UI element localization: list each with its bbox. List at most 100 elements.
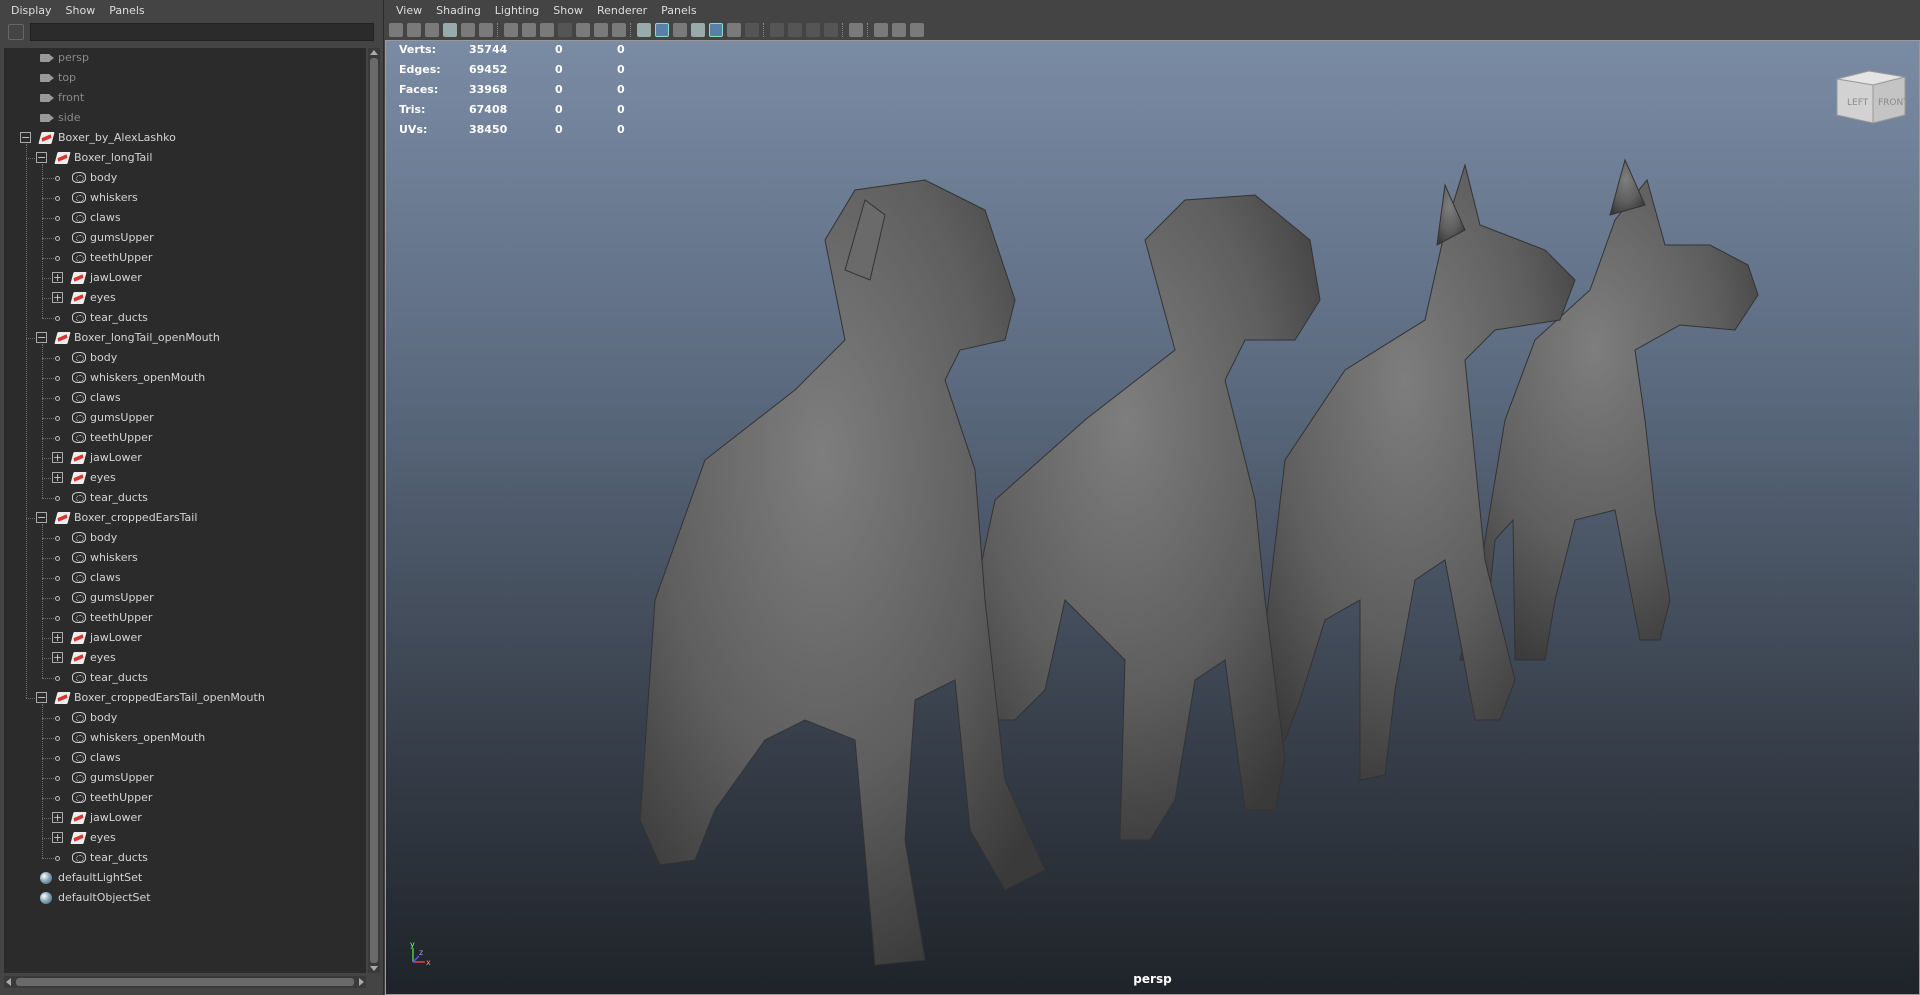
outliner-item-group[interactable]: − Boxer_croppedEarsTail (4, 508, 366, 528)
outliner-item-group[interactable]: + eyes (4, 288, 366, 308)
outliner-item-group[interactable]: − Boxer_longTail (4, 148, 366, 168)
viewcube-front-label[interactable]: FRONT (1878, 98, 1907, 108)
outliner-item-group[interactable]: − Boxer_by_AlexLashko (4, 128, 366, 148)
outliner-item-set[interactable]: defaultObjectSet (4, 888, 366, 908)
outliner-item-mesh[interactable]: claws (4, 388, 366, 408)
anti-aliasing-icon[interactable] (788, 23, 802, 37)
outliner-item-mesh[interactable]: whiskers_openMouth (4, 368, 366, 388)
outliner-item-mesh[interactable]: whiskers (4, 188, 366, 208)
film-gate-icon[interactable] (522, 23, 536, 37)
outliner-item-group[interactable]: + eyes (4, 828, 366, 848)
outliner-item-mesh[interactable]: teethUpper (4, 608, 366, 628)
expand-toggle-icon[interactable]: + (52, 292, 63, 303)
outliner-item-mesh[interactable]: tear_ducts (4, 848, 366, 868)
scroll-right-arrow-icon[interactable] (359, 978, 364, 986)
outliner-item-mesh[interactable]: teethUpper (4, 248, 366, 268)
expand-toggle-icon[interactable]: + (52, 632, 63, 643)
outliner-item-mesh[interactable]: body (4, 348, 366, 368)
xray-icon[interactable] (824, 23, 838, 37)
safe-action-icon[interactable] (594, 23, 608, 37)
outliner-item-mesh[interactable]: body (4, 708, 366, 728)
textured-icon[interactable] (691, 23, 705, 37)
outliner-menu-display[interactable]: Display (4, 4, 59, 17)
expand-toggle-icon[interactable]: + (52, 472, 63, 483)
expand-toggle-icon[interactable]: + (52, 272, 63, 283)
outliner-item-mesh[interactable]: gumsUpper (4, 768, 366, 788)
outliner-item-group[interactable]: + eyes (4, 648, 366, 668)
outliner-item-mesh[interactable]: claws (4, 568, 366, 588)
gate-mask-icon[interactable] (558, 23, 572, 37)
scroll-left-arrow-icon[interactable] (6, 978, 11, 986)
viewport-menu-panels[interactable]: Panels (654, 4, 703, 17)
collapse-toggle-icon[interactable]: − (36, 692, 47, 703)
viewport-menu-lighting[interactable]: Lighting (488, 4, 546, 17)
outliner-menu-show[interactable]: Show (59, 4, 103, 17)
resolution-gate-icon[interactable] (540, 23, 554, 37)
expand-toggle-icon[interactable]: + (52, 812, 63, 823)
view-cube[interactable]: LEFT FRONT (1833, 65, 1907, 127)
collapse-toggle-icon[interactable]: − (20, 132, 31, 143)
viewport-menu-renderer[interactable]: Renderer (590, 4, 654, 17)
smooth-shade-icon[interactable] (655, 23, 669, 37)
viewcube-left-label[interactable]: LEFT (1847, 98, 1869, 108)
collapse-toggle-icon[interactable]: − (36, 512, 47, 523)
gamma-icon[interactable] (874, 23, 888, 37)
scroll-up-arrow-icon[interactable] (370, 50, 378, 55)
expand-toggle-icon[interactable]: + (52, 452, 63, 463)
outliner-item-group[interactable]: + jawLower (4, 448, 366, 468)
isolate-select-icon[interactable] (849, 23, 863, 37)
wireframe-on-shaded-icon[interactable] (673, 23, 687, 37)
outliner-item-mesh[interactable]: teethUpper (4, 788, 366, 808)
outliner-item-camera[interactable]: side (4, 108, 366, 128)
collapse-toggle-icon[interactable]: − (36, 152, 47, 163)
2d-pan-zoom-icon[interactable] (461, 23, 475, 37)
wireframe-icon[interactable] (637, 23, 651, 37)
outliner-item-mesh[interactable]: tear_ducts (4, 668, 366, 688)
field-chart-icon[interactable] (576, 23, 590, 37)
boxer-models-render[interactable] (385, 40, 1920, 995)
outliner-item-mesh[interactable]: tear_ducts (4, 488, 366, 508)
outliner-item-mesh[interactable]: whiskers_openMouth (4, 728, 366, 748)
grid-icon[interactable] (504, 23, 518, 37)
outliner-item-mesh[interactable]: tear_ducts (4, 308, 366, 328)
outliner-search-input[interactable] (30, 23, 374, 41)
exposure-icon[interactable] (892, 23, 906, 37)
outliner-item-mesh[interactable]: body (4, 528, 366, 548)
filter-icon[interactable] (8, 24, 24, 40)
outliner-item-group[interactable]: − Boxer_longTail_openMouth (4, 328, 366, 348)
outliner-horizontal-scrollbar[interactable] (4, 976, 366, 988)
outliner-menu-panels[interactable]: Panels (102, 4, 151, 17)
grease-pencil-icon[interactable] (479, 23, 493, 37)
camera-attributes-icon[interactable] (407, 23, 421, 37)
motion-blur-icon[interactable] (770, 23, 784, 37)
outliner-item-mesh[interactable]: gumsUpper (4, 588, 366, 608)
expand-toggle-icon[interactable]: + (52, 832, 63, 843)
outliner-item-camera[interactable]: persp (4, 48, 366, 68)
outliner-item-mesh[interactable]: body (4, 168, 366, 188)
scrollbar-thumb[interactable] (16, 978, 354, 986)
bookmark-icon[interactable] (425, 23, 439, 37)
scrollbar-thumb[interactable] (370, 58, 378, 963)
outliner-item-mesh[interactable]: gumsUpper (4, 228, 366, 248)
ambient-occlusion-icon[interactable] (745, 23, 759, 37)
safe-title-icon[interactable] (612, 23, 626, 37)
outliner-item-mesh[interactable]: whiskers (4, 548, 366, 568)
collapse-toggle-icon[interactable]: − (36, 332, 47, 343)
outliner-item-mesh[interactable]: claws (4, 748, 366, 768)
outliner-item-set[interactable]: defaultLightSet (4, 868, 366, 888)
outliner-item-mesh[interactable]: claws (4, 208, 366, 228)
outliner-item-group[interactable]: + jawLower (4, 268, 366, 288)
viewport-menu-view[interactable]: View (389, 4, 429, 17)
color-management-icon[interactable] (910, 23, 924, 37)
scroll-down-arrow-icon[interactable] (370, 966, 378, 971)
viewport-menu-shading[interactable]: Shading (429, 4, 488, 17)
select-camera-icon[interactable] (389, 23, 403, 37)
outliner-item-group[interactable]: − Boxer_croppedEarsTail_openMouth (4, 688, 366, 708)
image-plane-icon[interactable] (443, 23, 457, 37)
outliner-item-mesh[interactable]: gumsUpper (4, 408, 366, 428)
3d-viewport[interactable]: Verts: 35744 0 0 Edges: 69452 0 0 Faces:… (385, 40, 1920, 995)
expand-toggle-icon[interactable]: + (52, 652, 63, 663)
boxer-open-mouth-model[interactable] (964, 194, 1321, 841)
depth-of-field-icon[interactable] (806, 23, 820, 37)
shadows-icon[interactable] (727, 23, 741, 37)
